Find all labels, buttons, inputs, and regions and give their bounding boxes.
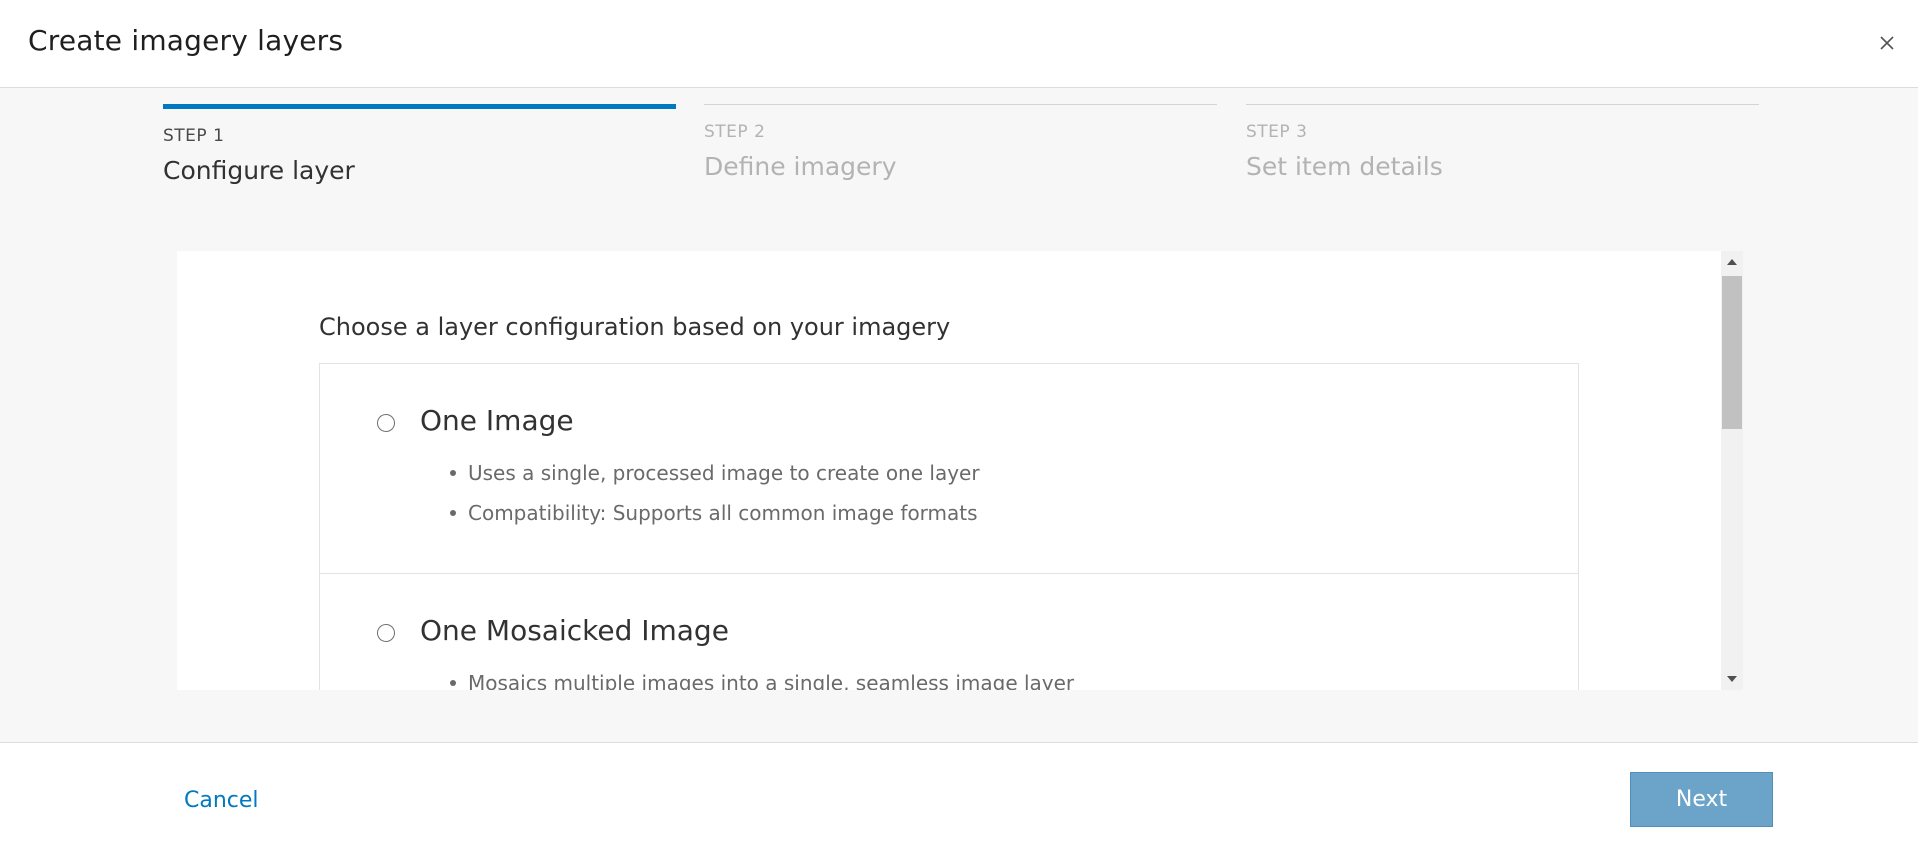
step-define-imagery[interactable]: STEP 2 Define imagery	[704, 104, 1217, 204]
step-label: Define imagery	[704, 152, 897, 181]
chevron-down-icon	[1727, 676, 1737, 682]
option-title: One Mosaicked Image	[420, 614, 729, 647]
radio-one-image[interactable]	[377, 414, 395, 432]
scroll-up-button[interactable]	[1721, 251, 1743, 273]
dialog-body: STEP 1 Configure layer STEP 2 Define ima…	[0, 88, 1918, 742]
step-number: STEP 1	[163, 126, 225, 146]
step-number: STEP 2	[704, 122, 766, 142]
option-one-image[interactable]: One Image Uses a single, processed image…	[320, 364, 1578, 574]
configuration-prompt: Choose a layer configuration based on yo…	[319, 313, 951, 341]
panel-scrollbar[interactable]	[1721, 251, 1743, 690]
step-configure-layer[interactable]: STEP 1 Configure layer	[163, 104, 676, 204]
radio-one-mosaicked-image[interactable]	[377, 624, 395, 642]
layer-configuration-panel: Choose a layer configuration based on yo…	[177, 251, 1743, 690]
option-bullet: Mosaics multiple images into a single, s…	[450, 663, 1074, 690]
close-button[interactable]	[1872, 28, 1902, 58]
option-bullets: Mosaics multiple images into a single, s…	[450, 663, 1074, 690]
scroll-down-button[interactable]	[1721, 668, 1743, 690]
next-button[interactable]: Next	[1630, 772, 1773, 827]
create-imagery-layers-dialog: Create imagery layers STEP 1 Configure l…	[0, 0, 1918, 842]
dialog-header: Create imagery layers	[0, 0, 1918, 88]
step-set-item-details[interactable]: STEP 3 Set item details	[1246, 104, 1759, 204]
option-bullets: Uses a single, processed image to create…	[450, 453, 980, 533]
cancel-button[interactable]: Cancel	[184, 788, 259, 813]
step-progress-bar	[163, 104, 676, 109]
step-progress-bar	[1246, 104, 1759, 105]
step-label: Configure layer	[163, 156, 355, 185]
step-label: Set item details	[1246, 152, 1443, 181]
dialog-footer: Cancel Next	[0, 742, 1918, 842]
dialog-title: Create imagery layers	[28, 24, 344, 57]
option-bullet: Compatibility: Supports all common image…	[450, 493, 980, 533]
option-bullet: Uses a single, processed image to create…	[450, 453, 980, 493]
scroll-thumb[interactable]	[1722, 276, 1742, 429]
step-number: STEP 3	[1246, 122, 1308, 142]
chevron-up-icon	[1727, 259, 1737, 265]
configuration-options: One Image Uses a single, processed image…	[319, 363, 1579, 690]
option-title: One Image	[420, 404, 574, 437]
step-progress-bar	[704, 104, 1217, 105]
close-icon	[1880, 36, 1894, 50]
option-one-mosaicked-image[interactable]: One Mosaicked Image Mosaics multiple ima…	[320, 574, 1578, 690]
